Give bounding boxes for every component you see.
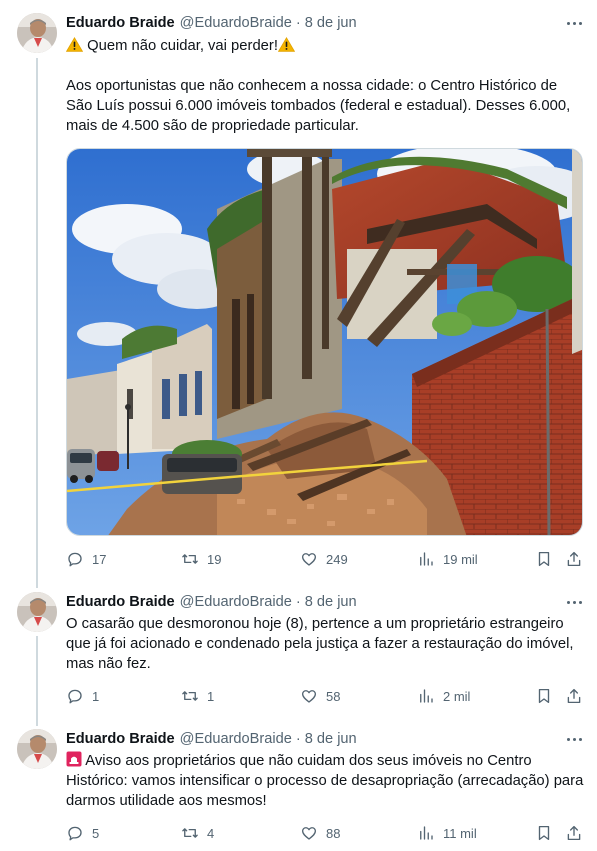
like-button[interactable]: 58 [300, 686, 340, 706]
author-name[interactable]: Eduardo Braide [66, 15, 175, 31]
retweet-count: 4 [207, 825, 215, 841]
tweet-line: Quem não cuidar, vai perder! [87, 38, 278, 54]
views-count: 11 mil [443, 825, 477, 841]
like-count: 249 [326, 551, 348, 567]
tweet[interactable]: Eduardo Braide @EduardoBraide · 8 de jun… [0, 0, 597, 585]
tweet-date[interactable]: 8 de jun [305, 731, 357, 747]
tweet-text: O casarão que desmoronou hoje (8), perte… [66, 616, 574, 672]
tweet-date[interactable]: 8 de jun [305, 15, 357, 31]
share-button[interactable] [565, 823, 583, 843]
warning-icon [65, 37, 84, 52]
warning-icon [277, 37, 296, 52]
bookmark-icon [538, 551, 550, 567]
retweet-button[interactable]: 19 [181, 549, 221, 569]
more-icon[interactable] [560, 13, 588, 33]
bookmark-button[interactable] [535, 823, 553, 843]
views-count: 19 mil [443, 551, 478, 567]
like-count: 58 [326, 688, 341, 704]
like-icon [301, 690, 317, 703]
reply-count: 5 [92, 825, 100, 841]
avatar[interactable] [17, 592, 57, 632]
views-button[interactable]: 2 mil [417, 686, 470, 706]
author-handle[interactable]: @EduardoBraide [180, 15, 292, 31]
avatar[interactable] [17, 729, 57, 769]
author-name[interactable]: Eduardo Braide [66, 731, 175, 747]
reply-icon [68, 689, 82, 704]
more-icon[interactable] [560, 729, 588, 749]
retweet-icon [182, 554, 198, 564]
tweet-header: Eduardo Braide @EduardoBraide · 8 de jun [66, 592, 357, 612]
tweet-header: Eduardo Braide @EduardoBraide · 8 de jun [66, 729, 357, 749]
separator: · [295, 15, 301, 31]
tweet-header: Eduardo Braide @EduardoBraide · 8 de jun [66, 13, 357, 33]
more-icon[interactable] [560, 592, 588, 612]
separator: · [295, 594, 301, 610]
retweet-icon [182, 828, 198, 838]
author-name[interactable]: Eduardo Braide [66, 594, 175, 610]
tweet-body: Aviso aos proprietários que não cuidam d… [66, 753, 584, 809]
reply-count: 1 [92, 688, 100, 704]
share-button[interactable] [565, 686, 583, 706]
share-button[interactable] [565, 549, 583, 569]
retweet-count: 1 [207, 688, 215, 704]
tweet-text: Aviso aos proprietários que não cuidam d… [66, 751, 586, 811]
like-icon [301, 827, 317, 840]
tweet[interactable]: Eduardo Braide @EduardoBraide · 8 de jun… [0, 585, 597, 720]
separator: · [295, 731, 301, 747]
views-icon [420, 552, 433, 566]
reply-button[interactable]: 17 [66, 549, 106, 569]
reply-icon [68, 552, 82, 567]
share-icon [567, 825, 581, 841]
tweet-paragraph: Aos oportunistas que não conhecem a noss… [66, 78, 571, 134]
share-icon [567, 688, 581, 704]
tweet-text: Quem não cuidar, vai perder! Aos oportun… [65, 36, 586, 136]
reply-button[interactable]: 5 [66, 823, 99, 843]
bookmark-icon [538, 825, 550, 841]
views-button[interactable]: 11 mil [417, 823, 477, 843]
siren-icon [66, 751, 82, 767]
tweet-actions: 5 4 88 11 mil [66, 823, 588, 843]
author-handle[interactable]: @EduardoBraide [180, 594, 292, 610]
views-button[interactable]: 19 mil [417, 549, 478, 569]
bookmark-button[interactable] [535, 686, 553, 706]
retweet-button[interactable]: 1 [181, 686, 214, 706]
like-button[interactable]: 249 [300, 549, 348, 569]
like-count: 88 [326, 825, 341, 841]
avatar[interactable] [17, 13, 57, 53]
views-icon [420, 689, 433, 703]
retweet-button[interactable]: 4 [181, 823, 214, 843]
views-icon [420, 826, 433, 840]
tweet-photo[interactable] [66, 148, 583, 536]
like-button[interactable]: 88 [300, 823, 340, 843]
bookmark-button[interactable] [535, 549, 553, 569]
tweet[interactable]: Eduardo Braide @EduardoBraide · 8 de jun… [0, 722, 597, 851]
views-count: 2 mil [443, 688, 471, 704]
reply-button[interactable]: 1 [66, 686, 99, 706]
tweet-date[interactable]: 8 de jun [305, 594, 357, 610]
author-handle[interactable]: @EduardoBraide [180, 731, 292, 747]
like-icon [301, 553, 317, 566]
reply-icon [68, 826, 82, 841]
reply-count: 17 [92, 551, 107, 567]
share-icon [567, 551, 581, 567]
bookmark-icon [538, 688, 550, 704]
retweet-icon [182, 691, 198, 701]
tweet-actions: 17 19 249 19 mil [66, 549, 588, 569]
tweet-actions: 1 1 58 2 mil [66, 686, 588, 706]
retweet-count: 19 [207, 551, 222, 567]
